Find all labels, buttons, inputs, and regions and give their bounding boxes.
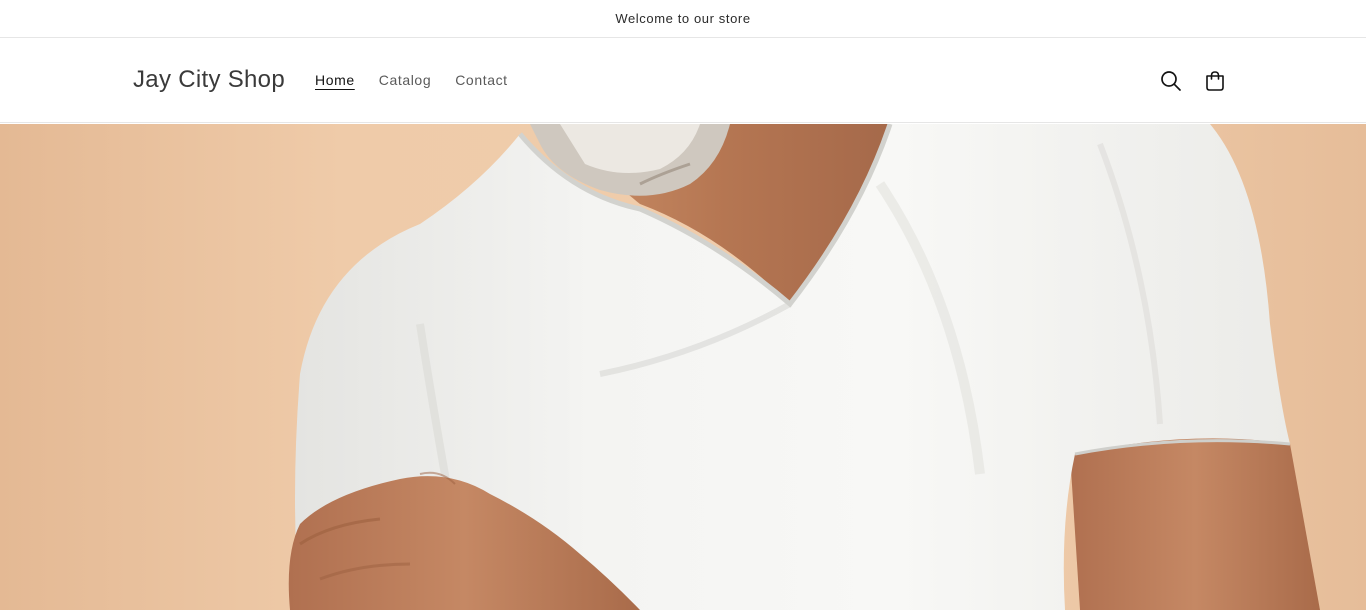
site-header: Jay City Shop Home Catalog Contact bbox=[0, 39, 1366, 123]
nav-contact[interactable]: Contact bbox=[455, 72, 507, 88]
main-nav: Home Catalog Contact bbox=[315, 72, 508, 88]
cart-button[interactable] bbox=[1200, 66, 1230, 96]
announcement-text: Welcome to our store bbox=[615, 11, 751, 26]
hero-image bbox=[0, 124, 1366, 610]
announcement-bar: Welcome to our store bbox=[0, 0, 1366, 38]
search-button[interactable] bbox=[1156, 66, 1186, 96]
hero-banner bbox=[0, 124, 1366, 610]
store-logo[interactable]: Jay City Shop bbox=[133, 66, 285, 94]
nav-home[interactable]: Home bbox=[315, 72, 355, 88]
search-icon bbox=[1161, 71, 1181, 91]
cart-icon bbox=[1206, 71, 1224, 91]
nav-catalog[interactable]: Catalog bbox=[379, 72, 431, 88]
